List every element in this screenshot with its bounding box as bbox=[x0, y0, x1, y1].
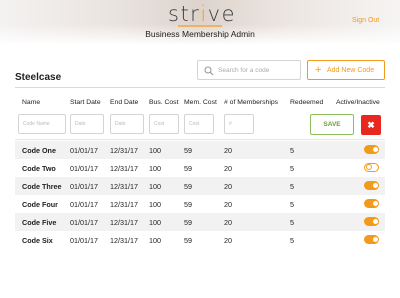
logo-text-end: ve bbox=[207, 2, 237, 26]
bus-cost: 100 bbox=[149, 200, 161, 209]
start-date-field[interactable]: Date bbox=[70, 114, 104, 134]
memberships: 20 bbox=[224, 164, 232, 173]
column-header-start-date: Start Date bbox=[70, 99, 101, 106]
end-date-field[interactable]: Date bbox=[110, 114, 144, 134]
memberships: 20 bbox=[224, 146, 232, 155]
end-date: 12/31/17 bbox=[110, 236, 138, 245]
sign-out-link[interactable]: Sign Out bbox=[352, 17, 379, 24]
active-toggle[interactable] bbox=[364, 235, 379, 244]
plus-icon: + bbox=[315, 64, 322, 76]
code-name: Code Three bbox=[22, 182, 62, 191]
memberships: 20 bbox=[224, 182, 232, 191]
redeemed: 5 bbox=[290, 164, 294, 173]
save-button[interactable]: SAVE bbox=[310, 114, 354, 135]
column-header-name: Name bbox=[22, 99, 41, 106]
bus-cost: 100 bbox=[149, 218, 161, 227]
strive-logo[interactable]: strive bbox=[168, 2, 234, 26]
code-name: Code One bbox=[22, 146, 56, 155]
code-name: Code Four bbox=[22, 200, 58, 209]
redeemed: 5 bbox=[290, 236, 294, 245]
add-new-code-label: Add New Code bbox=[327, 67, 375, 74]
column-header-end-date: End Date bbox=[110, 99, 139, 106]
bus-cost: 100 bbox=[149, 164, 161, 173]
column-header-bus-cost: Bus. Cost bbox=[149, 99, 179, 106]
table-row: Code Two 01/01/17 12/31/17 100 59 20 5 bbox=[15, 159, 385, 177]
active-toggle[interactable] bbox=[364, 181, 379, 190]
code-name: Code Five bbox=[22, 218, 57, 227]
page-title: Steelcase bbox=[15, 72, 62, 83]
table-row: Code Six 01/01/17 12/31/17 100 59 20 5 bbox=[15, 231, 385, 249]
search-placeholder: Search for a code bbox=[218, 67, 270, 74]
table-row: Code One 01/01/17 12/31/17 100 59 20 5 bbox=[15, 141, 385, 159]
mem-cost: 59 bbox=[184, 164, 192, 173]
table-row: Code Four 01/01/17 12/31/17 100 59 20 5 bbox=[15, 195, 385, 213]
column-header-mem-cost: Mem. Cost bbox=[184, 99, 217, 106]
active-toggle[interactable] bbox=[364, 217, 379, 226]
add-new-code-button[interactable]: + Add New Code bbox=[307, 60, 385, 80]
end-date: 12/31/17 bbox=[110, 146, 138, 155]
redeemed: 5 bbox=[290, 182, 294, 191]
mem-cost: 59 bbox=[184, 146, 192, 155]
table-row: Code Five 01/01/17 12/31/17 100 59 20 5 bbox=[15, 213, 385, 231]
mem-cost-field[interactable]: Cost bbox=[184, 114, 214, 134]
memberships: 20 bbox=[224, 200, 232, 209]
end-date: 12/31/17 bbox=[110, 200, 138, 209]
end-date: 12/31/17 bbox=[110, 218, 138, 227]
start-date: 01/01/17 bbox=[70, 164, 98, 173]
cancel-button[interactable]: ✖ bbox=[361, 115, 381, 135]
mem-cost: 59 bbox=[184, 200, 192, 209]
bus-cost-placeholder: Cost bbox=[154, 121, 165, 127]
memberships: 20 bbox=[224, 218, 232, 227]
search-input[interactable]: Search for a code bbox=[197, 60, 301, 80]
mem-cost: 59 bbox=[184, 218, 192, 227]
column-header-active: Active/Inactive bbox=[336, 99, 380, 106]
table-row: Code Three 01/01/17 12/31/17 100 59 20 5 bbox=[15, 177, 385, 195]
toggle-knob bbox=[373, 219, 378, 224]
start-date: 01/01/17 bbox=[70, 218, 98, 227]
memberships-field[interactable]: # bbox=[224, 114, 254, 134]
column-header-redeemed: Redeemed bbox=[290, 99, 324, 106]
toggle-knob bbox=[373, 147, 378, 152]
save-label: SAVE bbox=[323, 121, 341, 128]
logo-underline bbox=[178, 25, 222, 27]
start-date: 01/01/17 bbox=[70, 146, 98, 155]
search-icon bbox=[204, 66, 214, 76]
start-date-placeholder: Date bbox=[75, 121, 86, 127]
end-date: 12/31/17 bbox=[110, 182, 138, 191]
end-date-placeholder: Date bbox=[115, 121, 126, 127]
bus-cost: 100 bbox=[149, 182, 161, 191]
logo-text-i: i bbox=[200, 2, 208, 26]
start-date: 01/01/17 bbox=[70, 236, 98, 245]
toggle-knob bbox=[373, 201, 378, 206]
app-title: Business Membership Admin bbox=[145, 29, 255, 39]
divider bbox=[15, 87, 385, 88]
redeemed: 5 bbox=[290, 218, 294, 227]
start-date: 01/01/17 bbox=[70, 200, 98, 209]
mem-cost-placeholder: Cost bbox=[189, 121, 200, 127]
toggle-knob bbox=[373, 183, 378, 188]
code-name: Code Six bbox=[22, 236, 53, 245]
mem-cost: 59 bbox=[184, 182, 192, 191]
code-name-placeholder: Code Name bbox=[23, 121, 50, 127]
toggle-knob bbox=[373, 237, 378, 242]
code-name-field[interactable]: Code Name bbox=[18, 114, 66, 134]
active-toggle[interactable] bbox=[364, 163, 379, 172]
start-date: 01/01/17 bbox=[70, 182, 98, 191]
bus-cost: 100 bbox=[149, 146, 161, 155]
logo-text-start: str bbox=[168, 2, 201, 26]
active-toggle[interactable] bbox=[364, 199, 379, 208]
end-date: 12/31/17 bbox=[110, 164, 138, 173]
mem-cost: 59 bbox=[184, 236, 192, 245]
memberships: 20 bbox=[224, 236, 232, 245]
bus-cost: 100 bbox=[149, 236, 161, 245]
column-header-memberships: # of Memberships bbox=[224, 99, 279, 106]
memberships-placeholder: # bbox=[229, 121, 232, 127]
redeemed: 5 bbox=[290, 146, 294, 155]
active-toggle[interactable] bbox=[364, 145, 379, 154]
code-name: Code Two bbox=[22, 164, 56, 173]
close-icon: ✖ bbox=[367, 120, 375, 130]
bus-cost-field[interactable]: Cost bbox=[149, 114, 179, 134]
redeemed: 5 bbox=[290, 200, 294, 209]
toggle-knob bbox=[366, 164, 372, 170]
